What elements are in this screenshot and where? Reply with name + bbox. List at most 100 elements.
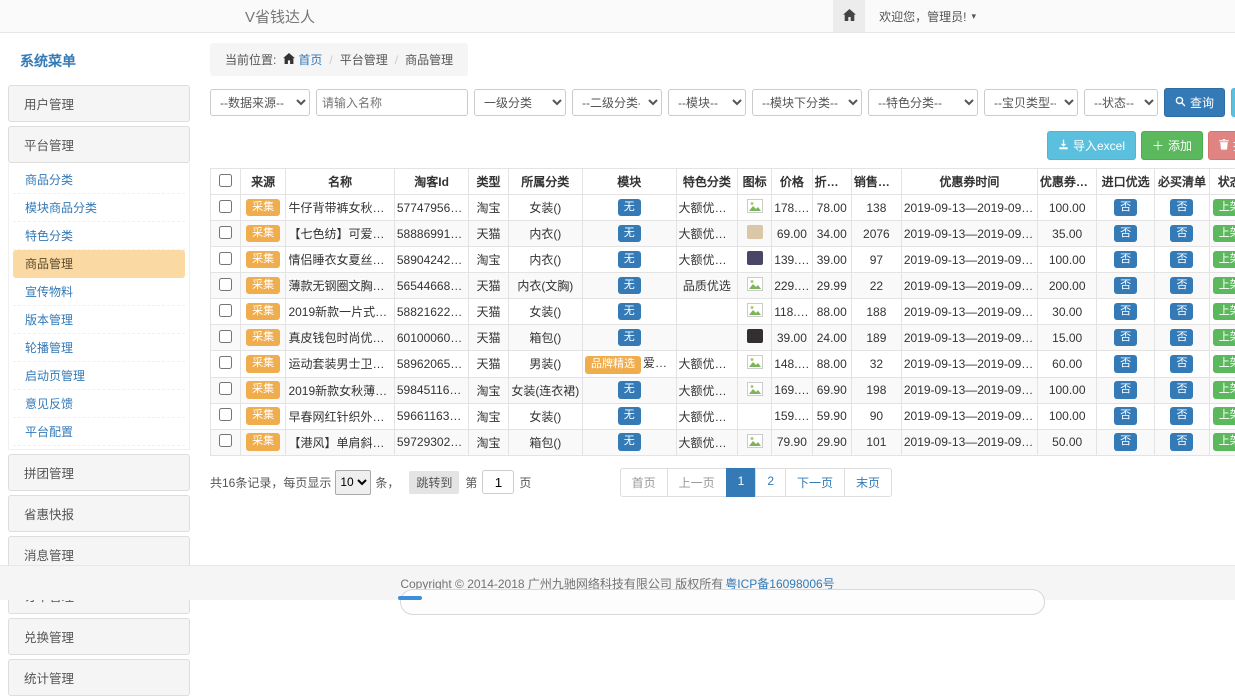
page-button-下一页[interactable]: 下一页 — [785, 468, 845, 497]
column-header-来源: 来源 — [240, 169, 286, 195]
add-button[interactable]: ＋ 添加 — [1141, 131, 1203, 160]
page-button-首页[interactable]: 首页 — [620, 468, 668, 497]
filter-select-item-type[interactable]: --宝贝类型-- — [984, 89, 1078, 116]
sidebar-item-轮播管理[interactable]: 轮播管理 — [13, 334, 185, 362]
page-button-2[interactable]: 2 — [755, 468, 786, 497]
icon-cell — [738, 377, 772, 403]
reset-button[interactable]: 重置 — [1231, 88, 1235, 117]
coupon-amount-cell: 60.00 — [1037, 351, 1097, 378]
search-button[interactable]: 查询 — [1164, 88, 1225, 117]
sidebar-item-启动页管理[interactable]: 启动页管理 — [13, 362, 185, 390]
must-buy-toggle[interactable]: 否 — [1170, 251, 1193, 269]
status-toggle[interactable]: 上架 — [1213, 277, 1235, 295]
sidebar-item-商品管理[interactable]: 商品管理 — [13, 250, 185, 278]
import-excel-button[interactable]: 导入excel — [1047, 131, 1136, 160]
name-cell: 【七色纺】可爱纯棉家... — [286, 221, 394, 247]
status-toggle[interactable]: 上架 — [1213, 251, 1235, 269]
filter-select-data-source[interactable]: --数据来源-- — [210, 89, 310, 116]
row-checkbox[interactable] — [219, 408, 232, 421]
must-buy-toggle[interactable]: 否 — [1170, 303, 1193, 321]
filter-select-module[interactable]: --模块-- — [668, 89, 746, 116]
filter-select-level2-category[interactable]: --二级分类-- — [572, 89, 662, 116]
status-toggle[interactable]: 上架 — [1213, 199, 1235, 217]
row-checkbox[interactable] — [219, 252, 232, 265]
must-buy-toggle[interactable]: 否 — [1170, 355, 1193, 373]
row-select-cell — [211, 273, 241, 299]
status-toggle[interactable]: 上架 — [1213, 381, 1235, 399]
must-buy-toggle[interactable]: 否 — [1170, 407, 1193, 425]
import-select-toggle[interactable]: 否 — [1114, 251, 1137, 269]
sidebar-item-宣传物料[interactable]: 宣传物料 — [13, 278, 185, 306]
must-buy-toggle[interactable]: 否 — [1170, 277, 1193, 295]
source-cell: 采集 — [240, 403, 286, 429]
filter-select-level1-category[interactable]: 一级分类 — [474, 89, 566, 116]
sidebar-group-兑换管理[interactable]: 兑换管理 — [8, 618, 190, 655]
module-badge: 无 — [618, 251, 641, 269]
page-button-1[interactable]: 1 — [726, 468, 757, 497]
breadcrumb-home-link[interactable]: 首页 — [283, 51, 322, 68]
sidebar-item-商品分类[interactable]: 商品分类 — [13, 166, 185, 194]
sidebar-item-特色分类[interactable]: 特色分类 — [13, 222, 185, 250]
must-buy-toggle[interactable]: 否 — [1170, 433, 1193, 451]
row-checkbox[interactable] — [219, 330, 232, 343]
status-toggle[interactable]: 上架 — [1213, 433, 1235, 451]
import-select-toggle[interactable]: 否 — [1114, 355, 1137, 373]
sidebar-group-拼团管理[interactable]: 拼团管理 — [8, 454, 190, 491]
filter-select-status[interactable]: --状态-- — [1084, 89, 1158, 116]
must-buy-toggle[interactable]: 否 — [1170, 199, 1193, 217]
select-all-checkbox[interactable] — [219, 174, 232, 187]
import-select-toggle[interactable]: 否 — [1114, 407, 1137, 425]
import-select-toggle[interactable]: 否 — [1114, 225, 1137, 243]
sidebar-item-意见反馈[interactable]: 意见反馈 — [13, 390, 185, 418]
page-button-上一页[interactable]: 上一页 — [667, 468, 727, 497]
must-buy-toggle[interactable]: 否 — [1170, 329, 1193, 347]
jump-button[interactable]: 跳转到 — [409, 471, 459, 494]
import-select-toggle[interactable]: 否 — [1114, 433, 1137, 451]
row-checkbox[interactable] — [219, 356, 232, 369]
sidebar-item-版本管理[interactable]: 版本管理 — [13, 306, 185, 334]
sidebar-item-模块商品分类[interactable]: 模块商品分类 — [13, 194, 185, 222]
per-page-select[interactable]: 10 — [335, 470, 371, 495]
row-select-cell — [211, 429, 241, 455]
column-header-名称: 名称 — [286, 169, 394, 195]
breadcrumb-separator: / — [395, 53, 398, 67]
row-checkbox[interactable] — [219, 382, 232, 395]
page-button-末页[interactable]: 末页 — [844, 468, 892, 497]
row-checkbox[interactable] — [219, 226, 232, 239]
import-select-toggle[interactable]: 否 — [1114, 303, 1137, 321]
row-select-cell — [211, 403, 241, 429]
status-toggle[interactable]: 上架 — [1213, 303, 1235, 321]
status-toggle[interactable]: 上架 — [1213, 407, 1235, 425]
discount-price-cell: 78.00 — [812, 195, 851, 221]
column-header-淘客Id: 淘客Id — [394, 169, 468, 195]
product-thumbnail — [747, 332, 763, 346]
import-select-toggle[interactable]: 否 — [1114, 329, 1137, 347]
page-number-input[interactable] — [482, 470, 514, 494]
batch-delete-button[interactable]: 批量删除 — [1208, 131, 1235, 160]
import-select-toggle[interactable]: 否 — [1114, 199, 1137, 217]
product-image-icon — [747, 306, 763, 320]
status-toggle[interactable]: 上架 — [1213, 329, 1235, 347]
import-select-toggle[interactable]: 否 — [1114, 381, 1137, 399]
source-badge: 采集 — [246, 199, 280, 217]
status-toggle[interactable]: 上架 — [1213, 225, 1235, 243]
filter-select-special-category[interactable]: --特色分类-- — [868, 89, 978, 116]
user-menu[interactable]: 欢迎您，管理员! ▾ — [865, 8, 990, 25]
row-checkbox[interactable] — [219, 200, 232, 213]
sidebar-group-省惠快报[interactable]: 省惠快报 — [8, 495, 190, 532]
sidebar-group-平台管理[interactable]: 平台管理 — [8, 126, 190, 163]
home-button[interactable] — [833, 0, 865, 32]
filter-select-module-sub-category[interactable]: --模块下分类-- — [752, 89, 862, 116]
sidebar-group-用户管理[interactable]: 用户管理 — [8, 85, 190, 122]
row-checkbox[interactable] — [219, 304, 232, 317]
must-buy-toggle[interactable]: 否 — [1170, 381, 1193, 399]
name-search-input[interactable] — [316, 89, 468, 116]
import-select-toggle[interactable]: 否 — [1114, 277, 1137, 295]
source-cell: 采集 — [240, 325, 286, 351]
sidebar-group-统计管理[interactable]: 统计管理 — [8, 659, 190, 696]
status-toggle[interactable]: 上架 — [1213, 355, 1235, 373]
must-buy-toggle[interactable]: 否 — [1170, 225, 1193, 243]
row-checkbox[interactable] — [219, 278, 232, 291]
row-checkbox[interactable] — [219, 434, 232, 447]
sidebar-item-平台配置[interactable]: 平台配置 — [13, 418, 185, 446]
